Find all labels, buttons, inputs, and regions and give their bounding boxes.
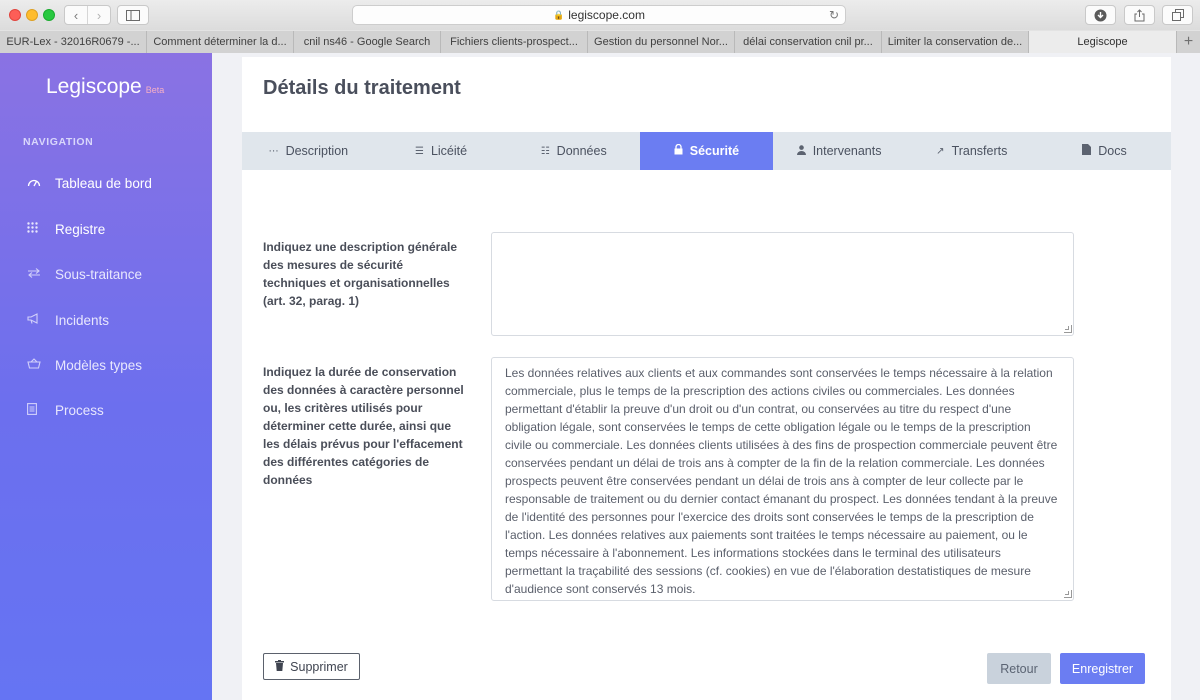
- sidebar-item-modeles-types[interactable]: Modèles types: [0, 350, 212, 380]
- minimize-window-button[interactable]: [26, 9, 38, 21]
- tab-label: Licéité: [430, 144, 468, 158]
- tab-overview-button[interactable]: [1162, 5, 1193, 25]
- delete-label: Supprimer: [290, 659, 348, 674]
- address-url: legiscope.com: [568, 8, 645, 22]
- resize-handle-icon[interactable]: [1064, 590, 1072, 598]
- tabs-icon: [1171, 9, 1184, 21]
- resize-handle-icon[interactable]: [1064, 325, 1072, 333]
- browser-toolbar: ‹ › 🔒 legiscope.com ↻: [0, 0, 1200, 30]
- tab-label: Docs: [1098, 144, 1127, 158]
- sidebar-item-label: Tableau de bord: [55, 175, 152, 191]
- megaphone-icon: [0, 313, 55, 327]
- tab-description[interactable]: ⋯ Description: [242, 132, 375, 170]
- sidebar-item-label: Modèles types: [55, 357, 143, 373]
- security-measures-field[interactable]: [491, 232, 1074, 336]
- tab-intervenants[interactable]: Intervenants: [773, 132, 906, 170]
- user-icon: [796, 144, 806, 158]
- page-title: Détails du traitement: [263, 77, 461, 99]
- lock-icon: [674, 143, 683, 158]
- browser-tab[interactable]: Limiter la conservation de...: [882, 31, 1029, 53]
- delete-button[interactable]: Supprimer: [263, 653, 360, 680]
- tab-donnees[interactable]: ☷ Données: [507, 132, 640, 170]
- close-window-button[interactable]: [9, 9, 21, 21]
- lock-icon: 🔒: [553, 9, 565, 20]
- browser-tab[interactable]: Fichiers clients-prospect...: [441, 31, 588, 53]
- security-measures-label: Indiquez une description générale des me…: [263, 240, 458, 308]
- browser-tab[interactable]: Gestion du personnel Nor...: [588, 31, 735, 53]
- sidebar-item-incidents[interactable]: Incidents: [0, 305, 212, 335]
- sidebar-item-label: Incidents: [55, 312, 110, 328]
- browser-tab[interactable]: EUR-Lex - 32016R0679 -...: [0, 31, 147, 53]
- back-button[interactable]: Retour: [987, 653, 1051, 684]
- tab-securite[interactable]: Sécurité: [640, 132, 773, 170]
- download-icon: [1094, 9, 1107, 21]
- forward-arrow-icon[interactable]: ›: [87, 6, 110, 24]
- grid-icon: ⋯: [268, 145, 279, 157]
- share-button[interactable]: [1124, 5, 1155, 25]
- sidebar-item-label: Process: [55, 402, 104, 418]
- browser-tab[interactable]: Comment déterminer la d...: [147, 31, 294, 53]
- downloads-button[interactable]: [1085, 5, 1116, 25]
- sidebar-icon: [126, 9, 140, 21]
- back-arrow-icon[interactable]: ‹: [65, 6, 87, 24]
- browser-tab[interactable]: cnil ns46 - Google Search: [294, 31, 441, 53]
- retention-period-label: Indiquez la durée de conservation des do…: [263, 365, 464, 487]
- sidebar-toggle-button[interactable]: [117, 5, 149, 25]
- tab-liceite[interactable]: ☰ Licéité: [375, 132, 508, 170]
- reload-icon[interactable]: ↻: [829, 8, 839, 22]
- tab-label: Sécurité: [689, 144, 740, 158]
- share-icon: [1134, 8, 1145, 21]
- zoom-window-button[interactable]: [43, 9, 55, 21]
- browser-tab[interactable]: délai conservation cnil pr...: [735, 31, 882, 53]
- basket-icon: [0, 358, 55, 372]
- sidebar-item-process[interactable]: Process: [0, 395, 212, 425]
- app-logo[interactable]: Legiscope Beta: [46, 75, 164, 99]
- tab-label: Données: [556, 144, 607, 158]
- main-panel: Détails du traitement ⋯ Description ☰ Li…: [242, 57, 1171, 700]
- grid-icon: [0, 222, 55, 236]
- save-button[interactable]: Enregistrer: [1060, 653, 1145, 684]
- tab-transferts[interactable]: ↗ Transferts: [905, 132, 1038, 170]
- address-bar[interactable]: 🔒 legiscope.com ↻: [352, 5, 846, 25]
- brand-name: Legiscope: [46, 75, 142, 98]
- file-icon: [1082, 144, 1092, 158]
- list-icon: ☰: [414, 145, 424, 157]
- sidebar-item-sous-traitance[interactable]: Sous-traitance: [0, 259, 212, 289]
- nav-section-label: NAVIGATION: [23, 136, 94, 148]
- sidebar-item-registre[interactable]: Registre: [0, 214, 212, 244]
- beta-badge: Beta: [145, 85, 165, 95]
- browser-tab-active[interactable]: Legiscope: [1029, 31, 1177, 53]
- arrow-up-right-icon: ↗: [936, 145, 945, 157]
- tab-label: Transferts: [951, 144, 1008, 158]
- sidebar-item-label: Sous-traitance: [55, 266, 143, 282]
- history-nav: ‹ ›: [64, 5, 111, 25]
- document-icon: [0, 402, 55, 418]
- trash-icon: [275, 659, 285, 674]
- new-tab-icon[interactable]: +: [1177, 31, 1200, 53]
- tab-label: Intervenants: [812, 144, 882, 158]
- tab-docs[interactable]: Docs: [1038, 132, 1171, 170]
- sidebar: Legiscope Beta NAVIGATION Tableau de bord…: [0, 53, 212, 700]
- section-tabs: ⋯ Description ☰ Licéité ☷ Données Sécuri…: [242, 132, 1171, 170]
- exchange-icon: [0, 267, 55, 281]
- browser-tab-strip: EUR-Lex - 32016R0679 -... Comment déterm…: [0, 31, 1200, 53]
- sidebar-item-tableau-de-bord[interactable]: Tableau de bord: [0, 168, 212, 198]
- browser-chrome: ‹ › 🔒 legiscope.com ↻ EUR-Lex - 32016R06…: [0, 0, 1200, 53]
- sidebar-item-label: Registre: [55, 221, 106, 237]
- tab-label: Description: [285, 144, 349, 158]
- gauge-icon: [0, 176, 55, 190]
- database-icon: ☷: [540, 145, 550, 157]
- retention-period-field[interactable]: Les données relatives aux clients et aux…: [491, 357, 1074, 601]
